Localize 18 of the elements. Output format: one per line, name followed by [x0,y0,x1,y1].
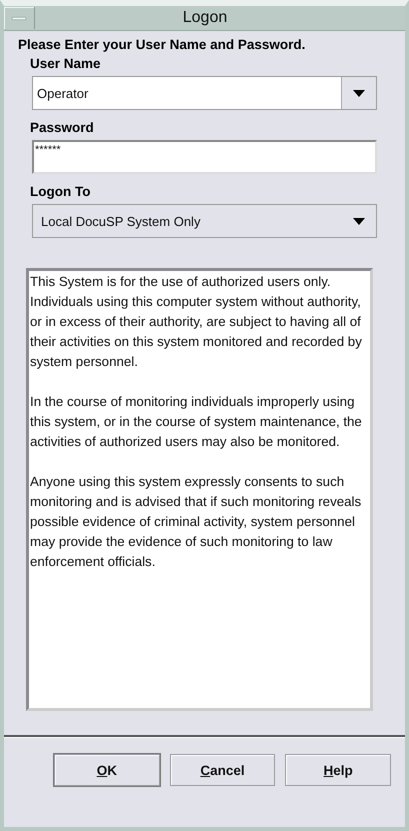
window-title: Logon [182,9,228,27]
dropdown-arrow-icon [353,218,365,224]
field-label: User Name [30,56,102,71]
notice-paragraph: Anyone using this system expressly consents to such monitoring and is advised that if such monitoring reveals possible evidence of criminal activity, system personnel may provide the evidence of such monitoring to law enforcement officials. [30,473,362,571]
dialog-button[interactable]: Cancel [170,754,276,786]
logon-to-dropdown[interactable]: Local DocuSP System Only [32,204,377,238]
user-name-combo[interactable]: Operator [32,76,377,110]
window-menu-button[interactable] [4,7,35,29]
field-label: Logon To [30,184,92,199]
password-field[interactable]: ****** [32,140,377,174]
instruction-text: Please Enter your User Name and Password. [18,37,306,52]
dialog-button[interactable]: OK [54,754,160,786]
notice-paragraph: This System is for the use of authorized users only. Individuals using this computer system without authority, or in excess of their authority, are subject to having all of their activities on this system monitored and recorded by system personnel. [30,273,363,371]
notice-paragraph: In the course of monitoring individuals improperly using this system, or in the course of system maintenance, the activities of authorized users may also be monitored. [30,393,363,451]
dialog-button[interactable]: Help [285,754,392,786]
minus-icon [12,16,26,20]
dropdown-arrow-icon [353,90,365,96]
field-label: Password [30,120,95,135]
